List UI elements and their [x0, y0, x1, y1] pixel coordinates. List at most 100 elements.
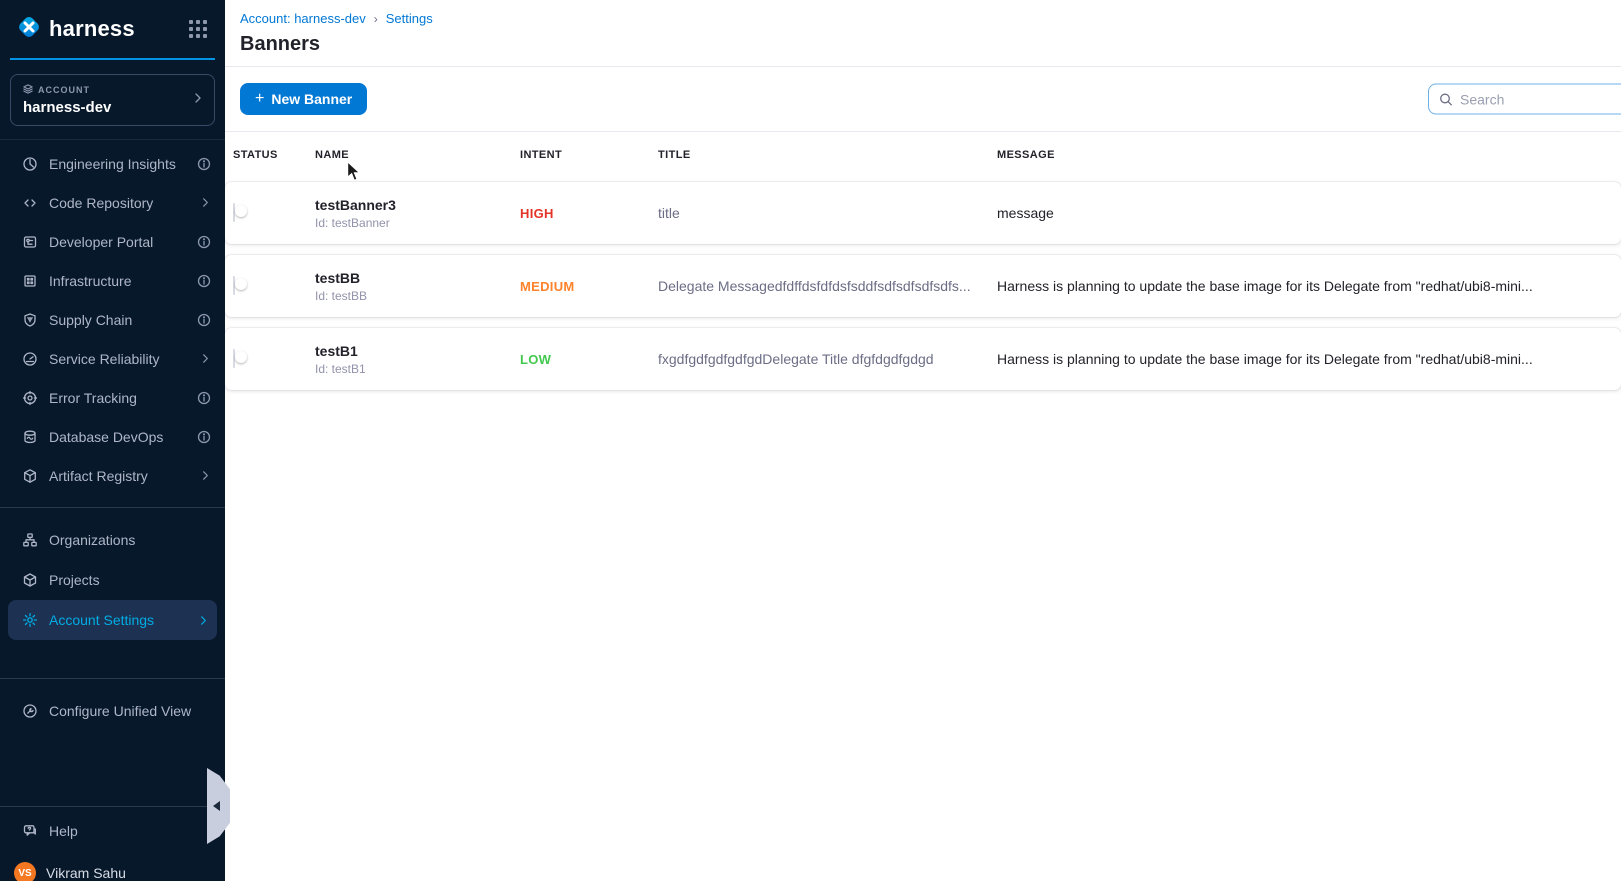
sidebar-item-error-tracking[interactable]: Error Tracking [0, 378, 225, 417]
column-name: NAME [315, 149, 520, 161]
sidebar-divider [0, 678, 225, 679]
banner-id: Id: testBanner [315, 216, 520, 230]
app-grid-icon[interactable] [189, 20, 207, 38]
chevron-left-icon [213, 801, 220, 811]
sidebar-item-code-repository[interactable]: Code Repository [0, 183, 225, 222]
table-row[interactable]: testBB Id: testBB MEDIUM Delegate Messag… [225, 255, 1621, 317]
wrench-circle-icon [22, 703, 38, 719]
sidebar-item-engineering-insights[interactable]: Engineering Insights [0, 144, 225, 183]
new-banner-label: New Banner [271, 91, 352, 107]
gear-icon [22, 612, 38, 628]
info-icon[interactable] [197, 235, 211, 249]
banner-message: Harness is planning to update the base i… [997, 278, 1621, 294]
sidebar-item-service-reliability[interactable]: Service Reliability [0, 339, 225, 378]
banner-name: testBB [315, 270, 520, 286]
breadcrumb-account-link[interactable]: Account: harness-dev [240, 11, 366, 26]
search-input[interactable] [1460, 91, 1621, 107]
flowchart-icon [22, 234, 38, 250]
banner-name: testB1 [315, 343, 520, 359]
banner-id: Id: testB1 [315, 362, 520, 376]
new-banner-button[interactable]: + New Banner [240, 83, 367, 115]
info-icon[interactable] [197, 157, 211, 171]
intent-badge: LOW [520, 352, 658, 367]
sidebar-item-organizations[interactable]: Organizations [0, 520, 225, 560]
sidebar: harness ACCOUNT harness-dev Engineering … [0, 0, 225, 881]
page-header: Account: harness-dev › Settings Banners [225, 0, 1621, 67]
sidebar-item-label: Engineering Insights [49, 156, 176, 172]
toolbar: + New Banner [225, 67, 1621, 132]
chevron-right-icon [200, 197, 211, 208]
status-toggle[interactable] [233, 203, 235, 222]
sidebar-item-label: Artifact Registry [49, 468, 148, 484]
column-status: STATUS [233, 149, 315, 161]
sidebar-item-label: Developer Portal [49, 234, 153, 250]
table-row[interactable]: testBanner3 Id: testBanner HIGH title me… [225, 182, 1621, 244]
chevron-right-icon [192, 91, 204, 109]
sidebar-item-label: Projects [49, 572, 100, 588]
package-icon [22, 468, 38, 484]
sidebar-item-artifact-registry[interactable]: Artifact Registry [0, 456, 225, 495]
intent-badge: HIGH [520, 206, 658, 221]
sidebar-item-projects[interactable]: Projects [0, 560, 225, 600]
database-icon [22, 429, 38, 445]
sidebar-item-help[interactable]: Help [0, 811, 225, 851]
sidebar-item-supply-chain[interactable]: Supply Chain [0, 300, 225, 339]
sidebar-item-infrastructure[interactable]: Infrastructure [0, 261, 225, 300]
info-icon[interactable] [197, 430, 211, 444]
sidebar-item-label: Code Repository [49, 195, 153, 211]
sidebar-divider [0, 806, 225, 807]
column-intent: INTENT [520, 149, 658, 161]
banner-title: Delegate Messagedfdffdsfdfdsfsddfsdfsdfs… [658, 278, 997, 294]
insights-icon [22, 156, 38, 172]
target-icon [22, 390, 38, 406]
sidebar-item-label: Configure Unified View [49, 703, 191, 719]
banner-title: title [658, 205, 997, 221]
intent-badge: MEDIUM [520, 279, 658, 294]
status-toggle[interactable] [233, 349, 235, 368]
table-header: STATUS NAME INTENT TITLE MESSAGE [225, 132, 1621, 178]
banner-message: message [997, 205, 1621, 221]
sidebar-item-label: Help [49, 823, 78, 839]
sidebar-item-developer-portal[interactable]: Developer Portal [0, 222, 225, 261]
gauge-icon [22, 351, 38, 367]
user-profile[interactable]: VS Vikram Sahu [0, 851, 225, 881]
sidebar-item-database-devops[interactable]: Database DevOps [0, 417, 225, 456]
banner-name: testBanner3 [315, 197, 520, 213]
info-icon[interactable] [197, 274, 211, 288]
breadcrumb-settings-link[interactable]: Settings [386, 11, 433, 26]
banner-id: Id: testBB [315, 289, 520, 303]
main-content: Account: harness-dev › Settings Banners … [225, 0, 1621, 881]
sidebar-item-label: Database DevOps [49, 429, 163, 445]
banners-table: STATUS NAME INTENT TITLE MESSAGE testBan… [225, 132, 1621, 390]
sidebar-item-account-settings[interactable]: Account Settings [8, 600, 217, 640]
sidebar-item-configure-unified-view[interactable]: Configure Unified View [0, 691, 225, 731]
code-icon [22, 195, 38, 211]
table-row[interactable]: testB1 Id: testB1 LOW fxgdfgdfgdfgdfgdDe… [225, 328, 1621, 390]
chevron-right-icon [200, 470, 211, 481]
chevron-right-icon [200, 353, 211, 364]
sidebar-item-label: Error Tracking [49, 390, 137, 406]
search-box [1428, 84, 1621, 115]
page-title: Banners [240, 33, 1621, 56]
sidebar-item-label: Service Reliability [49, 351, 159, 367]
sidebar-divider [0, 507, 225, 508]
cube-icon [22, 572, 38, 588]
shield-icon [22, 312, 38, 328]
breadcrumb-separator: › [374, 12, 378, 26]
org-chart-icon [22, 532, 38, 548]
account-label: ACCOUNT [38, 85, 90, 95]
plus-icon: + [255, 91, 264, 107]
account-selector[interactable]: ACCOUNT harness-dev [10, 74, 215, 126]
avatar: VS [14, 862, 36, 881]
sidebar-item-label: Account Settings [49, 612, 154, 628]
info-icon[interactable] [197, 391, 211, 405]
sidebar-secondary-nav: Organizations Projects Account Settings [0, 520, 225, 640]
info-icon[interactable] [197, 313, 211, 327]
infrastructure-icon [22, 273, 38, 289]
harness-logo-icon [16, 14, 42, 45]
status-toggle[interactable] [233, 276, 235, 295]
sidebar-item-label: Infrastructure [49, 273, 131, 289]
banner-message: Harness is planning to update the base i… [997, 351, 1621, 367]
chevron-right-icon [198, 615, 209, 626]
logo-row: harness [10, 0, 215, 60]
